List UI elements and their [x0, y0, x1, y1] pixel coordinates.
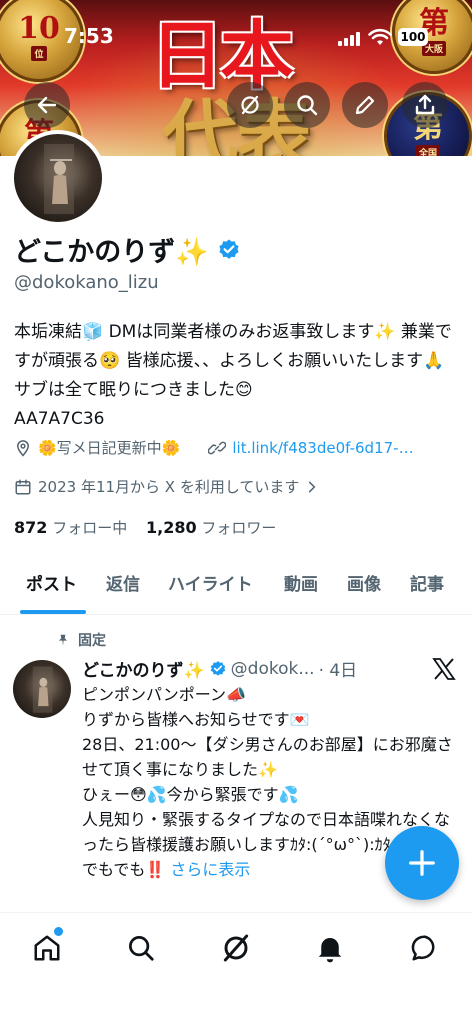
- follow-counts: 872 フォロー中 1,280 フォロワー: [14, 517, 276, 538]
- nav-home[interactable]: [30, 931, 64, 965]
- back-arrow-icon: [37, 96, 57, 114]
- tab-posts[interactable]: ポスト: [26, 570, 77, 595]
- edit-icon: [355, 95, 375, 115]
- nav-explore[interactable]: [124, 931, 158, 965]
- avatar-photo: [44, 144, 74, 214]
- calendar-icon: [15, 479, 31, 494]
- tab-highlights[interactable]: ハイライト: [168, 570, 253, 595]
- tweet-header: どこかのりず✨ @dokok... · 4日: [82, 656, 358, 682]
- tweet-author-name[interactable]: どこかのりず✨: [82, 656, 205, 681]
- link-icon: [208, 441, 227, 454]
- profile-joined-row[interactable]: 2023 年11月から X を利用しています: [14, 476, 319, 497]
- pinned-label-row: 固定: [56, 630, 106, 650]
- profile-name: どこかのりず✨: [14, 230, 241, 269]
- profile-bio: 本垢凍結🧊 DMは同業者様のみお返事致します✨ 兼業ですが頑張る🥺 皆様応援、、…: [14, 322, 452, 429]
- avatar-photo: [32, 666, 53, 713]
- share-button[interactable]: [402, 82, 448, 128]
- profile-joined: 2023 年11月から X を利用しています: [38, 478, 300, 496]
- tab-replies[interactable]: 返信: [106, 570, 140, 595]
- profile-meta-location-row: 🌼写メ日記更新中🌼 lit.link/f483de0f-6d17-…: [14, 437, 414, 458]
- active-tab-indicator: [20, 610, 86, 614]
- home-icon: [34, 935, 60, 961]
- grok-icon: [241, 95, 259, 115]
- tab-media[interactable]: 画像: [347, 570, 381, 595]
- share-icon: [415, 94, 435, 115]
- profile-tabs: ポスト 返信 ハイライト 動画 画像 記事: [0, 568, 472, 615]
- bottom-navigation: [0, 912, 472, 1025]
- pin-icon: [58, 634, 68, 646]
- nav-notifications[interactable]: [313, 931, 347, 965]
- tweet-author-handle[interactable]: @dokok...: [231, 659, 315, 679]
- battery-indicator: 100: [398, 28, 428, 46]
- tab-articles[interactable]: 記事: [410, 570, 444, 595]
- location-pin-icon: [16, 439, 30, 457]
- grok-icon: [223, 934, 249, 962]
- profile-avatar[interactable]: [10, 130, 106, 226]
- x-logo-icon[interactable]: [432, 657, 456, 681]
- edit-button[interactable]: [342, 82, 388, 128]
- compose-button[interactable]: [385, 826, 459, 900]
- back-button[interactable]: [24, 82, 70, 128]
- tweet-avatar[interactable]: [13, 660, 71, 718]
- nav-messages[interactable]: [408, 931, 442, 965]
- following-label: フォロー中: [52, 519, 128, 537]
- show-more-link[interactable]: さらに表示: [170, 860, 250, 879]
- nav-grok[interactable]: [219, 931, 253, 965]
- search-icon: [297, 95, 318, 116]
- display-name: どこかのりず✨: [14, 237, 209, 268]
- chat-icon: [411, 935, 435, 961]
- verified-badge-icon[interactable]: [217, 238, 241, 262]
- followers-count: 1,280: [145, 518, 197, 537]
- profile-location: 🌼写メ日記更新中🌼: [38, 439, 181, 457]
- followers-label: フォロワー: [201, 519, 277, 537]
- search-button[interactable]: [284, 82, 330, 128]
- tweet-time: · 4日: [318, 661, 358, 681]
- tab-videos[interactable]: 動画: [284, 570, 318, 595]
- grok-button[interactable]: [227, 82, 273, 128]
- profile-website-link[interactable]: lit.link/f483de0f-6d17-…: [232, 439, 413, 457]
- search-icon: [129, 936, 154, 961]
- status-bar: 7:53 100: [0, 22, 472, 56]
- pinned-label: 固定: [78, 633, 106, 649]
- badge-caption: 全国: [415, 144, 440, 156]
- followers-link[interactable]: 1,280 フォロワー: [145, 518, 277, 537]
- bell-icon: [318, 938, 342, 963]
- notification-dot: [54, 927, 63, 936]
- verified-badge-icon: [210, 660, 225, 676]
- plus-icon: [409, 850, 435, 876]
- chevron-right-icon: [309, 481, 316, 492]
- following-link[interactable]: 872 フォロー中: [14, 518, 132, 537]
- wifi-icon: [368, 28, 392, 45]
- following-count: 872: [14, 518, 48, 537]
- profile-handle: @dokokano_lizu: [14, 272, 159, 293]
- status-time: 7:53: [64, 24, 114, 48]
- cellular-signal-icon: [338, 30, 360, 46]
